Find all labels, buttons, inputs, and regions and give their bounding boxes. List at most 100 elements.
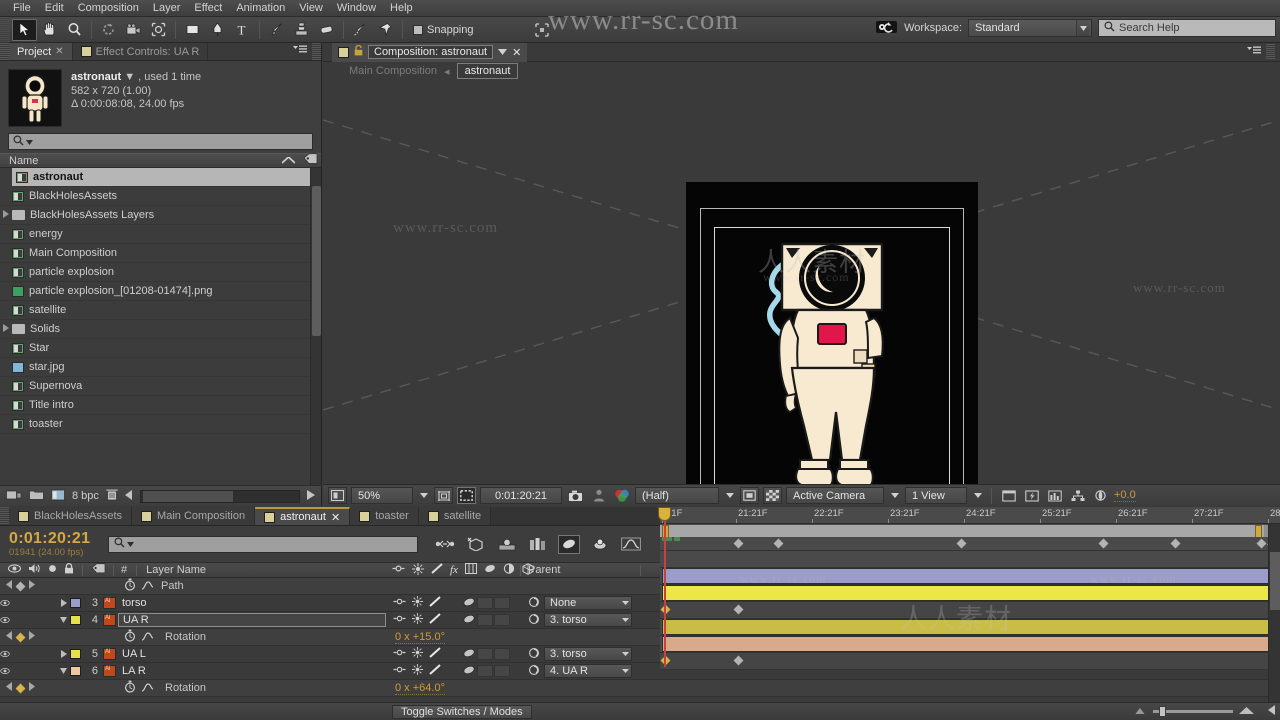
quality-switch-icon[interactable] [429, 596, 441, 610]
timeline-tab[interactable]: toaster [350, 507, 419, 525]
trkmat-cell[interactable] [494, 597, 510, 609]
draft-3d-icon[interactable] [465, 535, 487, 554]
parent-dropdown[interactable]: None [544, 596, 632, 610]
previous-keyframe-icon[interactable] [6, 631, 13, 643]
parent-pickwhip-icon[interactable] [528, 596, 540, 611]
fast-previews-icon[interactable] [1022, 487, 1041, 504]
keyframe-diamond-icon[interactable] [15, 683, 26, 693]
show-snapshot-icon[interactable] [589, 487, 608, 504]
timeline-tab[interactable]: astronaut ✕ [255, 507, 351, 525]
label-column-icon[interactable] [303, 153, 318, 168]
composition-keyframe-icon[interactable] [773, 538, 784, 549]
path-property-lane[interactable] [660, 551, 1280, 568]
enable-motion-blur-icon[interactable] [558, 534, 580, 554]
project-horizontal-scrollbar[interactable] [139, 489, 300, 503]
menu-item-layer[interactable]: Layer [146, 0, 188, 17]
panel-grip-right[interactable] [312, 43, 321, 60]
keyframe-diamond-icon[interactable] [15, 632, 26, 642]
audio-speaker-icon[interactable] [28, 563, 41, 577]
pixel-aspect-icon[interactable] [999, 487, 1018, 504]
collapse-transform-switch-icon[interactable] [412, 596, 423, 610]
eraser-tool[interactable] [314, 19, 339, 41]
layer-mode-cells[interactable] [462, 647, 510, 662]
rotation-keyframe-icon[interactable] [733, 655, 744, 666]
graph-editor-icon[interactable] [620, 535, 642, 554]
parent-column-header[interactable]: Parent [528, 564, 560, 576]
property-value[interactable]: 0 x +15.0° [395, 631, 445, 644]
align-panel-tool[interactable] [530, 19, 555, 41]
parent-dropdown[interactable]: 3. torso [544, 647, 632, 661]
layer-bars-area[interactable] [660, 551, 1280, 670]
delete-icon[interactable] [105, 488, 119, 504]
layer-duration-bar[interactable] [662, 619, 1276, 635]
timeline-graph[interactable]: 21F 21:21F 22:21F 23:21F 24:21F 25:21F 2… [658, 507, 1280, 720]
project-column-header[interactable]: Name [0, 153, 321, 168]
composition-viewer[interactable]: www.rr-sc.com 人人素材 www.rr-sc.com www.rr-… [323, 80, 1280, 484]
zoom-in-icon[interactable] [1239, 706, 1254, 718]
video-eye-icon[interactable] [7, 564, 22, 576]
panel-grip[interactable] [0, 43, 9, 60]
project-list-item[interactable]: toaster [0, 415, 321, 434]
parent-control[interactable]: None [528, 596, 632, 611]
zoom-dropdown[interactable]: 50% [351, 487, 413, 504]
menu-item-help[interactable]: Help [383, 0, 420, 17]
panel-menu-icon[interactable] [1247, 46, 1261, 59]
zoom-slider-track[interactable] [1153, 706, 1233, 717]
menu-item-composition[interactable]: Composition [71, 0, 146, 17]
layer-name[interactable]: UA L [116, 648, 146, 660]
layer-name-header[interactable]: Layer Name [146, 564, 206, 576]
enable-frame-blending-icon[interactable] [527, 535, 549, 554]
parent-control[interactable]: 3. torso [528, 647, 632, 662]
interpret-footage-icon[interactable] [51, 489, 65, 504]
composition-keyframe-strip[interactable] [660, 537, 1280, 551]
scrollbar-thumb[interactable] [312, 186, 321, 336]
effects-icon[interactable]: fx [450, 564, 458, 576]
composition-frame[interactable] [686, 182, 978, 484]
project-list-item[interactable]: energy [0, 225, 321, 244]
rectangle-shape-tool[interactable] [180, 19, 205, 41]
camera-tool[interactable] [121, 19, 146, 41]
layer-disclosure-triangle[interactable] [56, 667, 70, 675]
lock-icon[interactable] [64, 563, 74, 577]
breadcrumb-parent[interactable]: Main Composition [349, 65, 437, 77]
hand-tool[interactable] [37, 19, 62, 41]
stopwatch-icon[interactable] [124, 680, 136, 696]
previous-keyframe-icon[interactable] [6, 580, 13, 592]
trkmat-cell[interactable] [494, 665, 510, 677]
bit-depth-label[interactable]: 8 bpc [72, 490, 99, 502]
property-keyframe-lane[interactable] [660, 653, 1280, 670]
keyframe-navigator[interactable] [0, 631, 54, 643]
snapping-control[interactable]: Snapping [413, 24, 474, 36]
search-dropdown-icon[interactable] [26, 136, 33, 148]
mode-cell[interactable] [477, 648, 493, 660]
snapping-checkbox[interactable] [413, 24, 423, 35]
lock-icon[interactable] [354, 44, 363, 59]
tab-composition-astronaut[interactable]: Composition: astronaut ✕ [332, 42, 528, 62]
video-toggle[interactable] [0, 599, 10, 607]
parent-control[interactable]: 4. UA R [528, 664, 632, 679]
timeline-tab[interactable]: BlackHolesAssets [9, 507, 133, 525]
layer-switches[interactable] [393, 596, 441, 610]
shy-switch-icon[interactable] [393, 648, 406, 660]
puppet-pin-tool[interactable] [373, 19, 398, 41]
layer-mode-cells[interactable] [462, 596, 510, 611]
timeline-tab[interactable]: satellite [418, 507, 492, 525]
project-list-item[interactable]: particle explosion [0, 263, 321, 282]
resolution-chevron-icon[interactable] [723, 487, 736, 504]
rotation-tool[interactable] [96, 19, 121, 41]
keyframe-navigator[interactable] [0, 682, 54, 694]
trkmat-cell[interactable] [494, 648, 510, 660]
mode-cell[interactable] [477, 614, 493, 626]
exposure-value[interactable]: +0.0 [1114, 489, 1136, 502]
parent-pickwhip-icon[interactable] [528, 664, 540, 679]
menu-item-effect[interactable]: Effect [187, 0, 229, 17]
keyframe-navigator[interactable] [0, 580, 54, 592]
layer-label-color[interactable] [70, 666, 81, 676]
next-keyframe-icon[interactable] [28, 580, 35, 592]
scrollbar-thumb[interactable] [142, 490, 233, 502]
scroll-left-icon[interactable] [124, 489, 133, 503]
tab-effect-controls[interactable]: Effect Controls: UA R [72, 43, 209, 60]
view-layout-dropdown[interactable]: 1 View [905, 487, 967, 504]
layer-name[interactable]: LA R [116, 665, 146, 677]
grid-guides-icon[interactable] [434, 487, 453, 504]
